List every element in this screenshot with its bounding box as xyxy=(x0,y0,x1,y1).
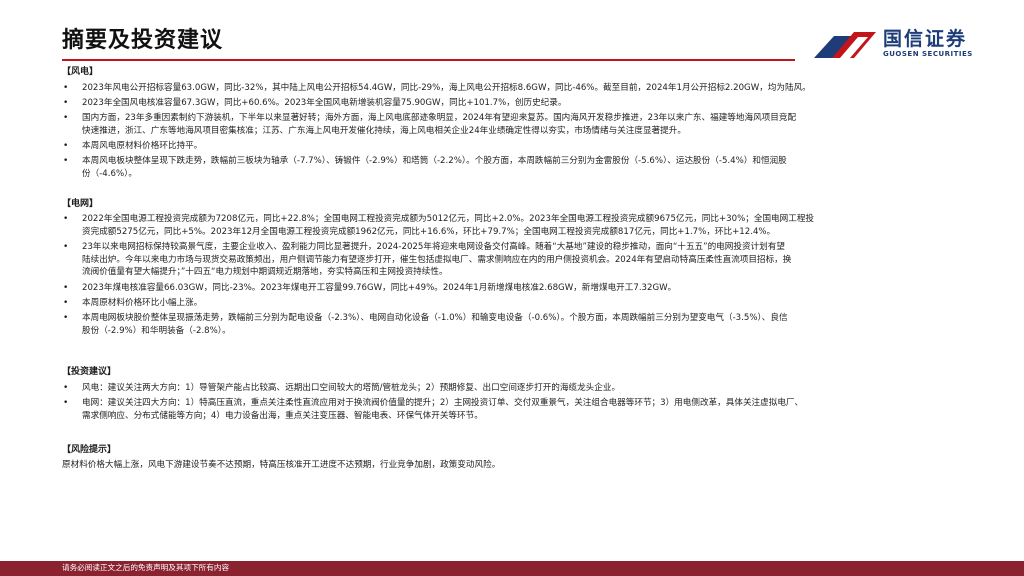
bullet-line: 电网：建议关注四大方向：1）特高压直流，重点关注柔性直流应用对于换流阀价值量的提… xyxy=(82,398,804,409)
risk-text: 原材料价格大幅上涨，风电下游建设节奏不达预期，特高压核准开工进度不达预期，行业竞… xyxy=(62,460,501,471)
section-heading-risk: 【风险提示】 xyxy=(62,444,117,455)
bullet-line: 2023年全国风电核准容量67.3GW，同比+60.6%。2023年全国风电新增… xyxy=(82,97,567,108)
logo-name-en: GUOSEN SECURITIES xyxy=(883,50,973,58)
wind-bullet-list: 2023年风电公开招标容量63.0GW，同比-32%，其中陆上风电公开招标54.… xyxy=(62,82,972,181)
bullet-line: 2023年风电公开招标容量63.0GW，同比-32%，其中陆上风电公开招标54.… xyxy=(82,82,811,93)
bullet-line: 2023年煤电核准容量66.03GW，同比-23%。2023年煤电开工容量99.… xyxy=(82,282,677,293)
bullet-line: 风电：建议关注两大方向：1）导管架产能占比较高、远期出口空间较大的塔筒/管桩龙头… xyxy=(82,383,621,394)
logo-name-cn: 国信证券 xyxy=(883,28,968,50)
wind-bullet-item: 2023年全国风电核准容量67.3GW，同比+60.6%。2023年全国风电新增… xyxy=(62,97,972,110)
wind-bullet-item: 2023年风电公开招标容量63.0GW，同比-32%，其中陆上风电公开招标54.… xyxy=(62,82,972,95)
wind-bullet-item: 本周风电板块整体呈现下跌走势，跌幅前三板块为轴承（-7.7%）、铸锻件（-2.9… xyxy=(62,155,972,180)
guosen-logo: 国信证券 GUOSEN SECURITIES xyxy=(812,20,982,66)
bullet-line: 陆续出炉。今年以来电力市场与现货交易政策频出，用户侧调节能力有望逐步打开，催生包… xyxy=(82,254,792,265)
summary-content: 【风电】 2023年风电公开招标容量63.0GW，同比-32%，其中陆上风电公开… xyxy=(62,66,972,472)
wind-bullet-item: 国内方面，23年多重因素制约下游装机，下半年以来显著好转；海外方面，海上风电底部… xyxy=(62,112,972,137)
bullet-line: 23年以来电网招标保持较高景气度，主要企业收入、盈利能力同比显著提升，2024-… xyxy=(82,242,785,253)
investment-bullet-item: 风电：建议关注两大方向：1）导管架产能占比较高、远期出口空间较大的塔筒/管桩龙头… xyxy=(62,382,972,395)
bullet-line: 本周风电板块整体呈现下跌走势，跌幅前三板块为轴承（-7.7%）、铸锻件（-2.9… xyxy=(82,156,787,167)
wind-bullet-item: 本周风电原材料价格环比持平。 xyxy=(62,140,972,153)
guosen-logo-icon xyxy=(814,32,876,58)
title-divider xyxy=(62,59,795,61)
investment-bullet-list: 风电：建议关注两大方向：1）导管架产能占比较高、远期出口空间较大的塔筒/管桩龙头… xyxy=(62,382,972,422)
section-heading-grid: 【电网】 xyxy=(62,198,99,209)
grid-bullet-item: 2022年全国电源工程投资完成额为7208亿元，同比+22.8%；全国电网工程投… xyxy=(62,213,972,238)
footer-bar: 请务必阅读正文之后的免责声明及其项下所有内容 xyxy=(0,561,1024,576)
bullet-line: 本周原材料价格环比小幅上涨。 xyxy=(82,297,203,308)
bullet-line: 股份（-2.9%）和华明装备（-2.8%）。 xyxy=(82,325,231,336)
page-title: 摘要及投资建议 xyxy=(62,28,224,53)
grid-bullet-item: 本周原材料价格环比小幅上涨。 xyxy=(62,297,972,310)
footer-disclaimer: 请务必阅读正文之后的免责声明及其项下所有内容 xyxy=(62,563,230,572)
grid-bullet-item: 本周电网板块股价整体呈现振荡走势，跌幅前三分别为配电设备（-2.3%）、电网自动… xyxy=(62,312,972,337)
grid-bullet-item: 23年以来电网招标保持较高景气度，主要企业收入、盈利能力同比显著提升，2024-… xyxy=(62,241,972,279)
investment-bullet-item: 电网：建议关注四大方向：1）特高压直流，重点关注柔性直流应用对于换流阀价值量的提… xyxy=(62,397,972,422)
section-heading-wind: 【风电】 xyxy=(62,67,99,77)
bullet-line: 流阀价值量有望大幅提升；”十四五“电力规划中期调规近期落地，夯实特高压和主网投资… xyxy=(82,267,448,278)
section-heading-investment: 【投资建议】 xyxy=(62,367,117,378)
bullet-line: 需求侧响应、分布式储能等方向；4）电力设备出海，重点关注变压器、智能电表、环保气… xyxy=(82,410,483,421)
bullet-line: 国内方面，23年多重因素制约下游装机，下半年以来显著好转；海外方面，海上风电底部… xyxy=(82,113,797,124)
grid-bullet-item: 2023年煤电核准容量66.03GW，同比-23%。2023年煤电开工容量99.… xyxy=(62,282,972,295)
bullet-line: 份（-4.6%）。 xyxy=(82,169,138,179)
bullet-line: 资完成额5275亿元，同比+5%。2023年12月全国电源工程投资完成额1962… xyxy=(82,226,776,237)
grid-bullet-list: 2022年全国电源工程投资完成额为7208亿元，同比+22.8%；全国电网工程投… xyxy=(62,213,972,337)
bullet-line: 本周风电原材料价格环比持平。 xyxy=(82,141,203,152)
bullet-line: 本周电网板块股价整体呈现振荡走势，跌幅前三分别为配电设备（-2.3%）、电网自动… xyxy=(82,313,788,324)
bullet-line: 2022年全国电源工程投资完成额为7208亿元，同比+22.8%；全国电网工程投… xyxy=(82,214,815,225)
bullet-line: 快速推进，浙江、广东等地海风项目密集核准；江苏、广东海上风电开发催化持续，海上风… xyxy=(82,125,686,136)
